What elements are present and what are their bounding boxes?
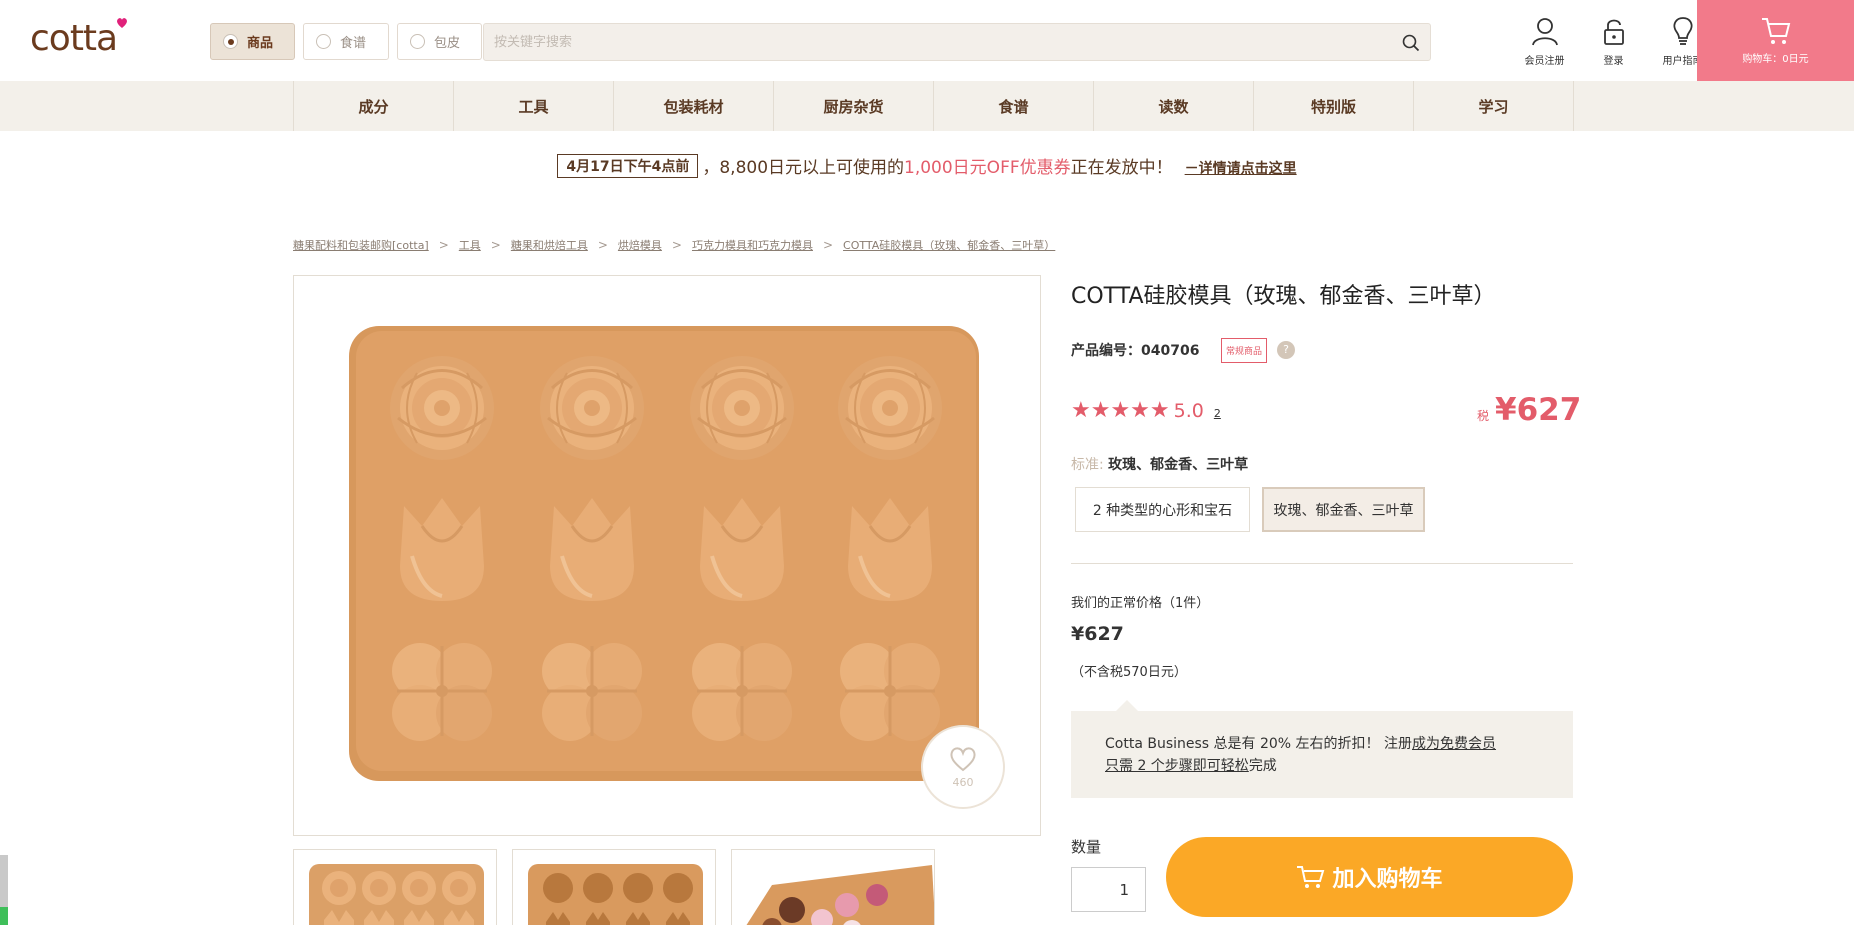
add-to-cart-button[interactable]: 加入购物车 [1166, 837, 1573, 917]
tab-recipes[interactable]: 食谱 [303, 23, 389, 60]
chevron-right-icon: > [671, 238, 682, 252]
breadcrumb-item[interactable]: 糖果和烘焙工具 [511, 237, 588, 253]
variant-option-hearts[interactable]: 2 种类型的心形和宝石 [1075, 487, 1250, 532]
breadcrumb-item[interactable]: 工具 [459, 237, 481, 253]
product-main-image[interactable]: 460 [293, 275, 1041, 836]
logo-text: cotta [30, 18, 118, 59]
nav-ingredients[interactable]: 成分 [294, 81, 454, 131]
divider [1071, 563, 1573, 564]
register-link[interactable]: 会员注册 [1510, 16, 1579, 67]
two-steps-link[interactable]: 只需 2 个步骤即可轻松 [1105, 758, 1249, 774]
breadcrumb-item[interactable]: 巧克力模具和巧克力模具 [692, 237, 813, 253]
nav-tools[interactable]: 工具 [454, 81, 614, 131]
product-code-label: 产品编号： [1071, 343, 1141, 359]
add-to-cart-label: 加入购物车 [1332, 867, 1443, 892]
tab-label: 包皮 [434, 36, 461, 51]
chevron-right-icon: > [822, 238, 834, 252]
breadcrumb: 糖果配料和包装邮购[cotta] > 工具 > 糖果和烘焙工具 > 烘焙模具 > 巧克力… [293, 237, 1055, 253]
promo-banner: 4月17日下午4点前 ，8,800日元以上可使用的1,000日元OFF优惠券正在发… [0, 153, 1854, 178]
tab-products[interactable]: 商品 [210, 23, 295, 60]
login-link[interactable]: 登录 [1579, 16, 1648, 67]
rating-summary[interactable]: ★★★★★ 5.0 2 [1071, 398, 1221, 423]
heart-leaf-icon [117, 18, 128, 28]
product-price: 税 ¥627 [1477, 392, 1581, 428]
quantity-input[interactable] [1071, 867, 1146, 912]
tab-label: 商品 [247, 36, 274, 51]
product-code-value: 040706 [1141, 343, 1200, 359]
business-text: Cotta Business 总是有 20% 左右的折扣！ 注册 [1105, 736, 1413, 752]
chevron-right-icon: > [490, 238, 501, 252]
thumbnail-1[interactable] [293, 849, 497, 925]
favorite-button[interactable]: 460 [921, 725, 1005, 809]
login-label: 登录 [1603, 56, 1624, 67]
variant-option-rose-tulip-clover[interactable]: 玫瑰、郁金香、三叶草 [1262, 487, 1425, 532]
user-icon [1531, 18, 1558, 46]
scrollbar[interactable] [0, 855, 8, 925]
logo[interactable]: cotta [30, 18, 128, 59]
business-text-end: 完成 [1248, 758, 1277, 774]
breadcrumb-item[interactable]: 烘焙模具 [618, 237, 662, 253]
thumbnail-2[interactable] [512, 849, 716, 925]
product-title: COTTA硅胶模具（玫瑰、郁金香、三叶草） [1071, 284, 1496, 309]
business-member-notice: Cotta Business 总是有 20% 左右的折扣！ 注册成为免费会员 只… [1071, 700, 1573, 798]
thumbnail-image [309, 864, 484, 925]
promo-deadline: 4月17日下午4点前 [557, 154, 699, 178]
promo-text: ，8,800日元以上可使用的 [702, 158, 905, 178]
rating-score: 5.0 [1173, 400, 1204, 422]
search-category-tabs: 商品 食谱 包皮 [210, 23, 482, 60]
heart-icon [950, 746, 976, 771]
nav-kitchen-goods[interactable]: 厨房杂货 [774, 81, 934, 131]
chevron-right-icon: > [438, 238, 449, 252]
price-amount: ¥627 [1495, 392, 1582, 428]
favorite-count: 460 [952, 775, 974, 789]
thumbnail-3[interactable] [731, 849, 935, 925]
variant-key: 标准: [1071, 457, 1104, 473]
breadcrumb-item[interactable]: 糖果配料和包装邮购[cotta] [293, 237, 429, 253]
regular-item-badge: 常规商品 [1221, 338, 1268, 363]
quantity-label: 数量 [1071, 838, 1102, 856]
lightbulb-icon [1673, 17, 1692, 45]
nav-reading[interactable]: 读数 [1094, 81, 1254, 131]
promo-highlight: 1,000日元OFF优惠券 [904, 158, 1071, 178]
nav-learning[interactable]: 学习 [1414, 81, 1574, 131]
nav-recipes[interactable]: 食谱 [934, 81, 1094, 131]
radio-icon [223, 34, 238, 49]
lock-icon [1603, 19, 1624, 45]
search-input[interactable] [484, 24, 1364, 60]
thumbnail-image [746, 865, 934, 925]
radio-icon [316, 34, 331, 49]
variant-label: 标准: 玫瑰、郁金香、三叶草 [1071, 454, 1248, 474]
header-actions: 会员注册 登录 用户指南 [1510, 16, 1717, 67]
cart-button[interactable]: 购物车：0日元 [1697, 0, 1854, 81]
review-count-link[interactable]: 2 [1214, 407, 1221, 420]
promo-text-end: 正在发放中！ [1070, 158, 1173, 178]
search-bar [483, 23, 1431, 61]
chevron-right-icon: > [597, 238, 608, 252]
nav-special[interactable]: 特别版 [1254, 81, 1414, 131]
tax-excluded-note: （不含税570日元） [1071, 665, 1187, 680]
nav-packaging[interactable]: 包装耗材 [614, 81, 774, 131]
promo-detail-link[interactable]: －详情请点击这里 [1185, 161, 1297, 177]
help-icon[interactable]: ? [1277, 341, 1295, 359]
thumbnail-strip [293, 849, 935, 925]
tab-label: 食谱 [340, 36, 367, 51]
star-rating-icon: ★★★★★ [1071, 398, 1170, 423]
free-member-link[interactable]: 成为免费会员 [1412, 736, 1496, 752]
breadcrumb-item-current[interactable]: COTTA硅胶模具（玫瑰、郁金香、三叶草） [843, 237, 1055, 253]
main-nav: 成分 工具 包装耗材 厨房杂货 食谱 读数 特别版 学习 [0, 81, 1854, 131]
regular-price-label: 我们的正常价格（1件） [1071, 596, 1210, 611]
cart-icon [1761, 18, 1790, 44]
site-header: cotta 商品 食谱 包皮 会员注册 登录 用户指南 购物车：0日元 [0, 0, 1854, 81]
tax-label: 税 [1477, 409, 1490, 423]
regular-price: ¥627 [1071, 623, 1124, 645]
register-label: 会员注册 [1524, 56, 1565, 67]
thumbnail-image [528, 864, 703, 925]
cart-icon [1297, 866, 1325, 888]
product-code: 产品编号：040706 [1071, 340, 1199, 360]
radio-icon [410, 34, 425, 49]
cart-label: 购物车：0日元 [1742, 54, 1809, 65]
variant-value: 玫瑰、郁金香、三叶草 [1108, 457, 1249, 473]
search-icon[interactable] [1402, 34, 1420, 52]
tab-wrapping[interactable]: 包皮 [397, 23, 482, 60]
